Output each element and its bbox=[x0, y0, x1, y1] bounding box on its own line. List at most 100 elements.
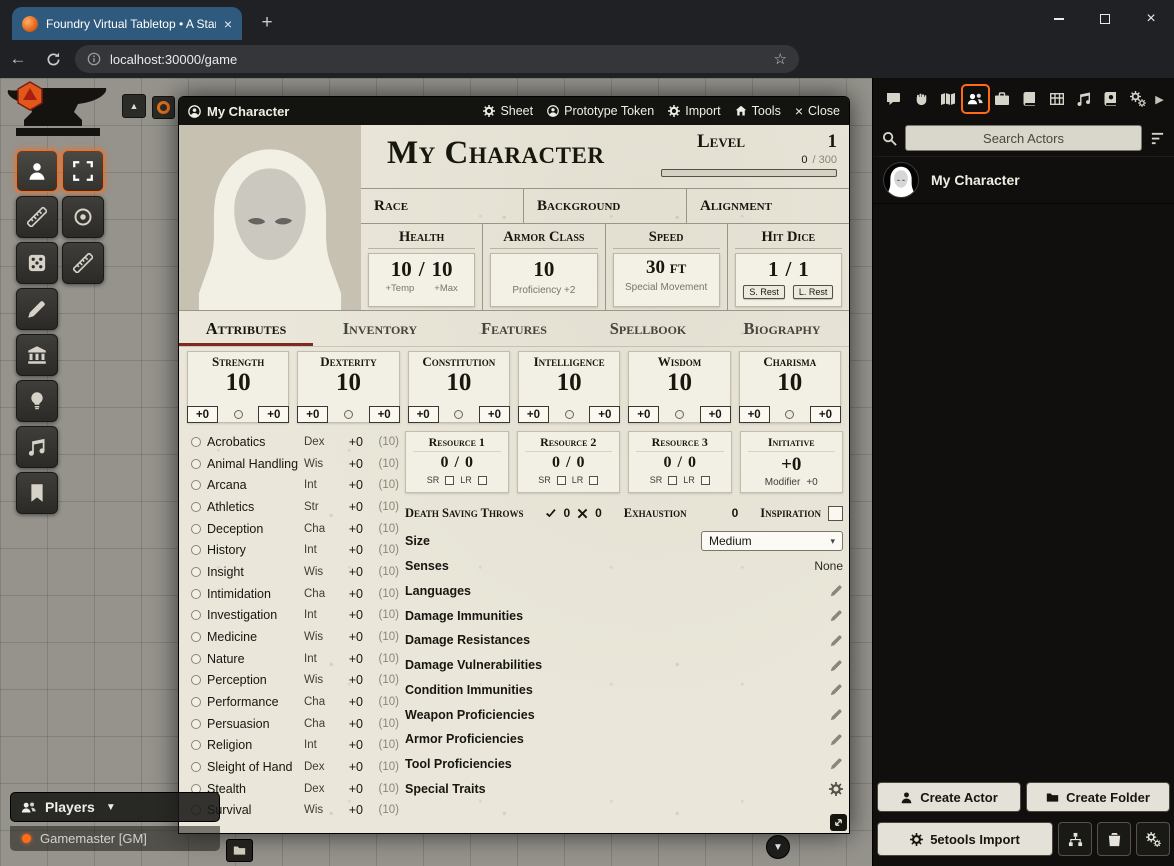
ability-dexterity[interactable]: Dexterity10+0+0 bbox=[297, 351, 399, 423]
skill-proficiency-toggle[interactable] bbox=[191, 589, 201, 599]
prototype-token-button[interactable]: Prototype Token bbox=[547, 104, 654, 118]
level-value[interactable]: 1 bbox=[828, 132, 838, 153]
short-rest-checkbox[interactable] bbox=[668, 476, 677, 485]
ability-score[interactable]: 10 bbox=[409, 370, 509, 396]
sidebar-tab-journal[interactable] bbox=[1016, 85, 1043, 113]
edit-icon[interactable] bbox=[830, 733, 843, 746]
skill-religion[interactable]: ReligionInt+0(10) bbox=[191, 734, 399, 756]
sound-controls-button[interactable] bbox=[16, 426, 58, 468]
skill-proficiency-toggle[interactable] bbox=[191, 762, 201, 772]
sidebar-collapse-icon[interactable]: ▶ bbox=[1152, 93, 1167, 106]
close-button[interactable]: ×Close bbox=[795, 104, 840, 118]
ability-mod[interactable]: +0 bbox=[518, 406, 549, 423]
ability-mod[interactable]: +0 bbox=[739, 406, 770, 423]
skill-stealth[interactable]: StealthDex+0(10) bbox=[191, 778, 399, 800]
skill-persuasion[interactable]: PersuasionCha+0(10) bbox=[191, 713, 399, 735]
ability-save[interactable]: +0 bbox=[369, 406, 400, 423]
back-icon[interactable]: ← bbox=[0, 49, 36, 69]
skill-proficiency-toggle[interactable] bbox=[191, 740, 201, 750]
sidebar-tab-chat[interactable] bbox=[880, 85, 907, 113]
scene-nav-collapse-button[interactable]: ▲ bbox=[122, 94, 146, 118]
ability-wisdom[interactable]: Wisdom10+0+0 bbox=[628, 351, 730, 423]
skill-proficiency-toggle[interactable] bbox=[191, 502, 201, 512]
skill-intimidation[interactable]: IntimidationCha+0(10) bbox=[191, 583, 399, 605]
ability-mod[interactable]: +0 bbox=[628, 406, 659, 423]
ability-score[interactable]: 10 bbox=[519, 370, 619, 396]
xp-value[interactable]: 0 bbox=[801, 154, 807, 166]
inspiration-checkbox[interactable] bbox=[828, 506, 843, 521]
token-controls-button[interactable] bbox=[16, 150, 58, 192]
note-controls-button[interactable] bbox=[16, 472, 58, 514]
resource-max[interactable]: 0 bbox=[576, 454, 584, 472]
save-proficiency-toggle[interactable] bbox=[785, 410, 794, 419]
edit-icon[interactable] bbox=[830, 683, 843, 696]
reload-icon[interactable] bbox=[46, 52, 61, 67]
bookmark-star-icon[interactable]: ☆ bbox=[774, 50, 787, 68]
save-proficiency-toggle[interactable] bbox=[234, 410, 243, 419]
address-bar[interactable]: localhost:30000/game ☆ bbox=[75, 45, 799, 73]
death-success-count[interactable]: 0 bbox=[563, 506, 570, 520]
special-movement-label[interactable]: Special Movement bbox=[614, 282, 719, 293]
tab-attributes[interactable]: Attributes bbox=[179, 311, 313, 346]
resource-max[interactable]: 0 bbox=[465, 454, 473, 472]
sidebar-tab-compendium[interactable] bbox=[1098, 85, 1125, 113]
death-failure-count[interactable]: 0 bbox=[595, 506, 602, 520]
ability-score[interactable]: 10 bbox=[298, 370, 398, 396]
ability-strength[interactable]: Strength10+0+0 bbox=[187, 351, 289, 423]
background-field[interactable]: Background bbox=[524, 189, 687, 223]
skill-performance[interactable]: PerformanceCha+0(10) bbox=[191, 691, 399, 713]
skill-proficiency-toggle[interactable] bbox=[191, 719, 201, 729]
new-tab-button[interactable]: + bbox=[254, 10, 280, 36]
skill-medicine[interactable]: MedicineWis+0(10) bbox=[191, 626, 399, 648]
skill-arcana[interactable]: ArcanaInt+0(10) bbox=[191, 474, 399, 496]
speed-value[interactable]: 30 ft bbox=[614, 257, 719, 279]
settings-button[interactable] bbox=[1136, 822, 1170, 856]
search-input[interactable] bbox=[905, 125, 1142, 151]
exhaustion-value[interactable]: 0 bbox=[732, 506, 739, 520]
lighting-controls-button[interactable] bbox=[16, 380, 58, 422]
sidebar-tab-combat[interactable] bbox=[907, 85, 934, 113]
template-tool-button[interactable] bbox=[62, 196, 104, 238]
macro-folder-button[interactable] bbox=[226, 839, 253, 862]
sidebar-tab-tables[interactable] bbox=[1043, 85, 1070, 113]
short-rest-button[interactable]: S. Rest bbox=[743, 285, 785, 299]
skill-insight[interactable]: InsightWis+0(10) bbox=[191, 561, 399, 583]
hit-dice-value[interactable]: 1 bbox=[768, 257, 779, 282]
resource-1-box[interactable]: Resource 100SRLR bbox=[405, 431, 509, 493]
size-select[interactable]: Medium▾ bbox=[701, 531, 843, 551]
edit-icon[interactable] bbox=[830, 708, 843, 721]
site-info-icon[interactable] bbox=[87, 52, 101, 66]
short-rest-checkbox[interactable] bbox=[557, 476, 566, 485]
import-button[interactable]: Import bbox=[668, 104, 720, 118]
sheet-button[interactable]: Sheet bbox=[483, 104, 533, 118]
skill-proficiency-toggle[interactable] bbox=[191, 567, 201, 577]
skill-deception[interactable]: DeceptionCha+0(10) bbox=[191, 518, 399, 540]
character-name[interactable]: My Character bbox=[387, 132, 604, 175]
skill-acrobatics[interactable]: AcrobaticsDex+0(10) bbox=[191, 431, 399, 453]
delete-button[interactable] bbox=[1097, 822, 1131, 856]
tab-spellbook[interactable]: Spellbook bbox=[581, 311, 715, 346]
hp-tempmax-label[interactable]: +Max bbox=[434, 283, 458, 294]
wall-controls-button[interactable] bbox=[16, 334, 58, 376]
race-field[interactable]: Race bbox=[361, 189, 524, 223]
ability-save[interactable]: +0 bbox=[589, 406, 620, 423]
create-actor-button[interactable]: Create Actor bbox=[877, 782, 1021, 812]
death-failure-icon[interactable] bbox=[577, 508, 588, 519]
long-rest-checkbox[interactable] bbox=[478, 476, 487, 485]
edit-icon[interactable] bbox=[830, 634, 843, 647]
browser-tab[interactable]: Foundry Virtual Tabletop • A Stan × bbox=[12, 7, 242, 40]
ability-save[interactable]: +0 bbox=[258, 406, 289, 423]
config-gear-icon[interactable] bbox=[829, 782, 843, 796]
ability-intelligence[interactable]: Intelligence10+0+0 bbox=[518, 351, 620, 423]
resource-value[interactable]: 0 bbox=[664, 454, 672, 472]
save-proficiency-toggle[interactable] bbox=[565, 410, 574, 419]
window-maximize-icon[interactable] bbox=[1082, 0, 1128, 38]
ability-score[interactable]: 10 bbox=[629, 370, 729, 396]
tools-button[interactable]: Tools bbox=[735, 104, 781, 118]
skill-proficiency-toggle[interactable] bbox=[191, 545, 201, 555]
hp-max[interactable]: 10 bbox=[432, 257, 453, 282]
sidebar-tab-items[interactable] bbox=[989, 85, 1016, 113]
ability-score[interactable]: 10 bbox=[188, 370, 288, 396]
ability-charisma[interactable]: Charisma10+0+0 bbox=[739, 351, 841, 423]
short-rest-checkbox[interactable] bbox=[445, 476, 454, 485]
